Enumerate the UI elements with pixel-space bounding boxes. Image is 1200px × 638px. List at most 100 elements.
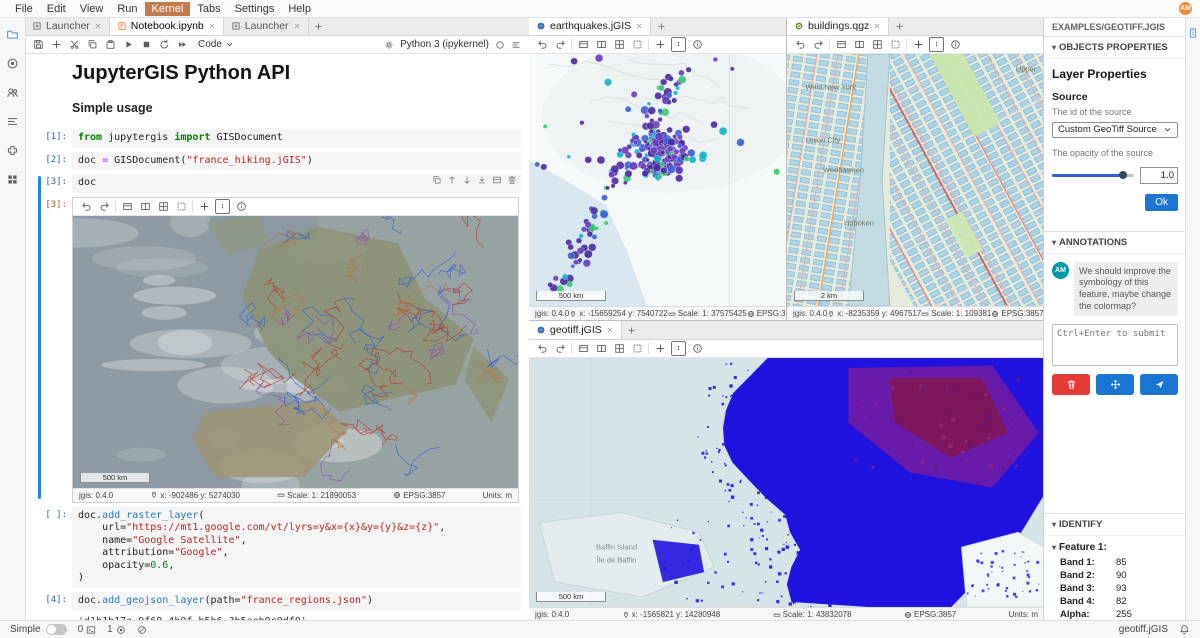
- new-tab-button[interactable]: [651, 17, 671, 35]
- save-button[interactable]: [33, 39, 44, 50]
- menu-tabs[interactable]: Tabs: [190, 2, 227, 16]
- sidebar-files-button[interactable]: [5, 26, 21, 42]
- gridbox-tool-button[interactable]: [870, 38, 884, 51]
- tab-launcher-2[interactable]: Launcher: [224, 17, 309, 35]
- tab-earthquakes[interactable]: earthquakes.jGIS: [529, 17, 651, 35]
- info-tool-button[interactable]: [690, 342, 704, 355]
- info-tool-button[interactable]: [690, 38, 704, 51]
- annotation-input[interactable]: Ctrl+Enter to submit: [1052, 324, 1178, 366]
- code-cell[interactable]: doc = GISDocument("france_hiking.jGIS"): [72, 152, 521, 171]
- sidebar-properties-button[interactable]: [1185, 25, 1200, 41]
- panel-tool-button[interactable]: [834, 38, 848, 51]
- new-tab-button[interactable]: [622, 321, 642, 339]
- map-canvas-earthquakes[interactable]: 500 km: [529, 54, 786, 306]
- close-tab-button[interactable]: [606, 326, 614, 334]
- plus-tool-button[interactable]: [197, 200, 211, 213]
- undo-tool-button[interactable]: [535, 38, 549, 51]
- close-tab-button[interactable]: [635, 22, 643, 30]
- dashbox-tool-button[interactable]: [174, 200, 188, 213]
- menu-edit[interactable]: Edit: [40, 2, 73, 16]
- gridbox-tool-button[interactable]: [156, 200, 170, 213]
- markdown-cell[interactable]: JupyterGIS Python API: [72, 62, 521, 85]
- kernel-settings-button[interactable]: [384, 40, 394, 50]
- opacity-slider-knob[interactable]: [1119, 171, 1127, 179]
- feature-header[interactable]: Feature 1:: [1052, 542, 1178, 553]
- menu-file[interactable]: File: [8, 2, 40, 16]
- info-tool-button[interactable]: [948, 38, 962, 51]
- plus-tool-button[interactable]: [653, 342, 667, 355]
- kernel-name[interactable]: Python 3 (ipykernel): [400, 39, 489, 50]
- code-cell[interactable]: doc.add_geojson_layer(path="france_regio…: [72, 592, 521, 611]
- kernels-indicator[interactable]: 1: [107, 624, 126, 635]
- close-tab-button[interactable]: [873, 22, 881, 30]
- user-avatar[interactable]: AM: [1179, 2, 1192, 15]
- redo-tool-button[interactable]: [811, 38, 825, 51]
- code-cell[interactable]: from jupytergis import GISDocument: [72, 129, 521, 148]
- tab-launcher-0[interactable]: Launcher: [25, 17, 110, 35]
- menu-run[interactable]: Run: [110, 2, 144, 16]
- section-annotations[interactable]: ANNOTATIONS: [1044, 231, 1186, 254]
- copy-button[interactable]: [87, 39, 98, 50]
- map-canvas-france[interactable]: 500 km: [73, 216, 518, 488]
- gridbox-tool-button[interactable]: [612, 38, 626, 51]
- code-cell[interactable]: doc.add_raster_layer( url="https://mt1.g…: [72, 507, 521, 588]
- identify-tool-button[interactable]: [929, 37, 944, 52]
- cell-tool-copy-button[interactable]: [432, 175, 442, 185]
- redo-tool-button[interactable]: [553, 38, 567, 51]
- panels2-tool-button[interactable]: [138, 200, 152, 213]
- panels2-tool-button[interactable]: [852, 38, 866, 51]
- cell-tool-trash-button[interactable]: [507, 175, 517, 185]
- identify-tool-button[interactable]: [671, 37, 686, 52]
- plus-tool-button[interactable]: [911, 38, 925, 51]
- sidebar-extensions-button[interactable]: [5, 142, 21, 158]
- toolbar-menu-icon[interactable]: [511, 40, 521, 50]
- run-button[interactable]: [123, 39, 134, 50]
- opacity-slider[interactable]: [1052, 174, 1134, 177]
- move-annotation-button[interactable]: [1096, 374, 1134, 395]
- undo-tool-button[interactable]: [793, 38, 807, 51]
- ffwd-button[interactable]: [177, 39, 188, 50]
- dashbox-tool-button[interactable]: [630, 38, 644, 51]
- section-identify[interactable]: IDENTIFY: [1044, 513, 1186, 536]
- notifications-button[interactable]: [1179, 624, 1190, 635]
- gridbox-tool-button[interactable]: [612, 342, 626, 355]
- stop-button[interactable]: [141, 39, 152, 50]
- sidebar-running-button[interactable]: [5, 55, 21, 71]
- opacity-value[interactable]: 1.0: [1140, 167, 1178, 184]
- submit-annotation-button[interactable]: [1140, 374, 1178, 395]
- cell-type-dropdown[interactable]: Code: [195, 39, 237, 50]
- section-objects-properties[interactable]: OBJECTS PROPERTIES: [1044, 37, 1186, 59]
- tab-notebook-ipynb-1[interactable]: Notebook.ipynb: [110, 17, 224, 35]
- undo-tool-button[interactable]: [79, 200, 93, 213]
- cell-tool-arrow-down-button[interactable]: [462, 175, 472, 185]
- ok-button[interactable]: Ok: [1145, 194, 1178, 211]
- panel-tool-button[interactable]: [576, 342, 590, 355]
- code-cell[interactable]: doc: [72, 174, 521, 193]
- redo-tool-button[interactable]: [97, 200, 111, 213]
- map-canvas-buildings[interactable]: West New YorkUnion CityWeehawkenHobokenU…: [787, 54, 1044, 306]
- sidebar-toc-button[interactable]: [5, 113, 21, 129]
- panels2-tool-button[interactable]: [594, 342, 608, 355]
- panel-tool-button[interactable]: [576, 38, 590, 51]
- sidebar-users-button[interactable]: [5, 84, 21, 100]
- menu-settings[interactable]: Settings: [228, 2, 282, 16]
- dashbox-tool-button[interactable]: [888, 38, 902, 51]
- identify-tool-button[interactable]: [671, 341, 686, 356]
- terminals-indicator[interactable]: 0: [78, 624, 97, 635]
- cell-tool-download-button[interactable]: [477, 175, 487, 185]
- menu-view[interactable]: View: [73, 2, 111, 16]
- menu-help[interactable]: Help: [281, 2, 318, 16]
- panel-tool-button[interactable]: [120, 200, 134, 213]
- panels2-tool-button[interactable]: [594, 38, 608, 51]
- identify-tool-button[interactable]: [215, 199, 230, 214]
- info-tool-button[interactable]: [234, 200, 248, 213]
- cell-tool-panel-button[interactable]: [492, 175, 502, 185]
- kernel-status-indicator[interactable]: [137, 625, 147, 635]
- cut-button[interactable]: [69, 39, 80, 50]
- tab-buildings[interactable]: buildings.qgz: [787, 17, 889, 35]
- sidebar-tiles-button[interactable]: [5, 171, 21, 187]
- delete-annotation-button[interactable]: [1052, 374, 1090, 395]
- redo-tool-button[interactable]: [553, 342, 567, 355]
- restart-button[interactable]: [159, 39, 170, 50]
- new-launcher-button[interactable]: [309, 17, 329, 35]
